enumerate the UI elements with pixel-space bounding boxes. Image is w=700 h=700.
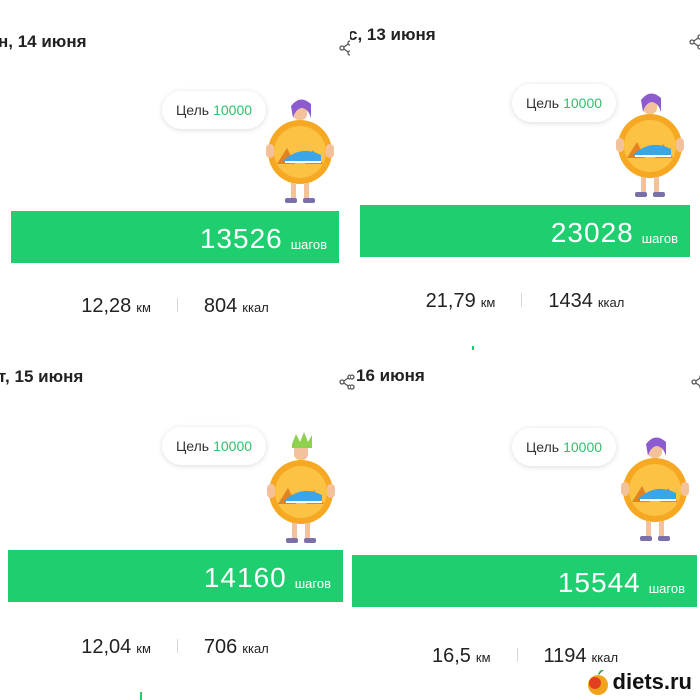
distance-unit: км (136, 641, 151, 656)
watermark: diets.ru (585, 668, 692, 696)
goal-bubble: Цель 10000 (162, 427, 266, 465)
stats-row: 16,5 км 1194 ккал (350, 645, 700, 668)
steps-count: 13526 (199, 223, 283, 254)
distance-value: 12,28 (81, 295, 132, 317)
steps-unit: шагов (648, 581, 685, 596)
goal-value: 10000 (563, 95, 603, 111)
distance-unit: км (136, 300, 151, 315)
distance-unit: км (480, 295, 496, 310)
distance-unit: км (475, 650, 491, 665)
calories-unit: ккал (242, 641, 269, 656)
calories-unit: ккал (597, 295, 625, 310)
calories-value: 706 (203, 636, 238, 658)
chart-tick-mark (140, 692, 142, 700)
stats-row: 12,04 км 706 ккал (0, 636, 350, 659)
distance-value: 12,04 (81, 636, 132, 658)
share-icon[interactable] (688, 34, 700, 50)
distance-value: 21,79 (425, 290, 476, 312)
goal-bubble: Цель 10000 (512, 428, 616, 466)
goal-value: 10000 (213, 102, 253, 118)
goal-bubble: Цель 10000 (512, 84, 616, 122)
date-title: с, 13 июня (350, 25, 436, 44)
calories-value: 804 (203, 295, 238, 317)
calories-unit: ккал (591, 650, 619, 665)
share-icon[interactable] (350, 374, 356, 390)
steps-unit: шагов (290, 237, 327, 252)
distance-value: 16,5 (431, 645, 471, 667)
mascot-illustration (620, 437, 690, 542)
watermark-text: diets.ru (612, 669, 692, 694)
steps-count: 15544 (557, 567, 641, 598)
date-title: 16 июня (356, 366, 425, 385)
apple-icon (587, 669, 608, 695)
goal-label: Цель (175, 438, 210, 454)
day-panel-june-13: с, 13 июня Цель 10000 23028 шагов 21,79 … (350, 0, 700, 350)
steps-unit: шагов (294, 576, 331, 591)
mascot-illustration (266, 432, 336, 544)
day-panel-june-14: н, 14 июня Цель 10000 13526 шагов 12,28 … (0, 0, 350, 350)
goal-value: 10000 (563, 439, 603, 455)
steps-bar: 13526 шагов (11, 211, 339, 263)
date-title: н, 14 июня (0, 32, 87, 51)
steps-unit: шагов (641, 231, 678, 246)
share-icon[interactable] (338, 374, 350, 390)
stats-divider (176, 639, 178, 653)
goal-bubble: Цель 10000 (162, 91, 266, 129)
day-panel-june-15: т, 15 июня Цель 10000 14160 шагов 12,04 … (0, 350, 350, 700)
steps-count: 14160 (203, 562, 287, 593)
steps-count: 23028 (550, 217, 634, 248)
stats-divider (176, 298, 178, 312)
share-icon[interactable] (690, 374, 700, 390)
stats-row: 12,28 км 804 ккал (0, 295, 350, 318)
goal-label: Цель (525, 95, 560, 111)
day-panel-june-16: 16 июня Цель 10000 15544 шагов 16,5 км 1… (350, 350, 700, 700)
calories-value: 1194 (543, 645, 587, 667)
mascot-illustration (265, 99, 335, 204)
calories-unit: ккал (242, 300, 269, 315)
stats-row: 21,79 км 1434 ккал (350, 290, 700, 313)
stats-divider (521, 293, 523, 307)
steps-bar: 23028 шагов (360, 205, 690, 257)
goal-value: 10000 (213, 438, 253, 454)
mascot-illustration (615, 93, 685, 198)
share-icon[interactable] (338, 40, 350, 56)
steps-bar: 15544 шагов (352, 555, 697, 607)
date-title: т, 15 июня (0, 367, 84, 386)
calories-value: 1434 (548, 290, 593, 312)
goal-label: Цель (525, 439, 560, 455)
steps-bar: 14160 шагов (8, 550, 343, 602)
stats-divider (516, 648, 518, 662)
goal-label: Цель (175, 102, 210, 118)
